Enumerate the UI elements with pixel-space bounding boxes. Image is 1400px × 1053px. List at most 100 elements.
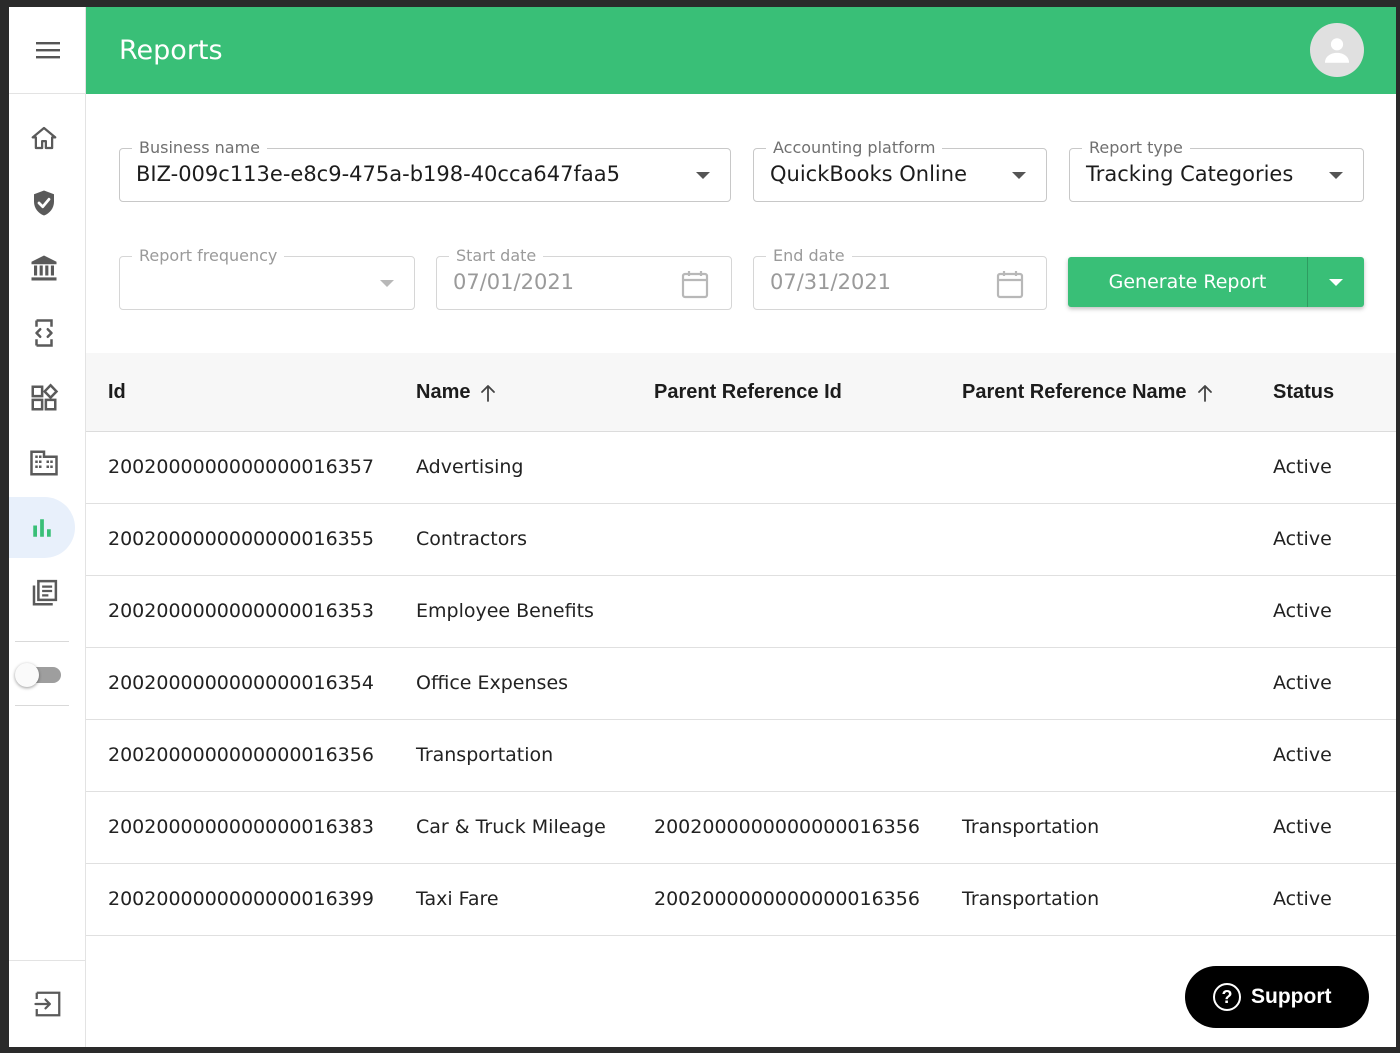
- cell-id: 2002000000000000016357: [108, 456, 374, 478]
- accounting-platform-value: QuickBooks Online: [770, 162, 967, 186]
- cell-id: 2002000000000000016399: [108, 888, 374, 910]
- sort-ascending-icon: [1197, 384, 1212, 402]
- column-header-parent-reference-name[interactable]: Parent Reference Name: [962, 381, 1213, 404]
- column-header-label: Name: [416, 381, 471, 403]
- generate-report-button[interactable]: Generate Report: [1068, 257, 1308, 307]
- cell-status: Active: [1273, 456, 1332, 478]
- table-row[interactable]: 2002000000000000016383 Car & Truck Milea…: [86, 792, 1396, 864]
- home-icon: [31, 126, 56, 149]
- menu-button[interactable]: [9, 7, 86, 94]
- accounting-platform-label: Accounting platform: [766, 138, 943, 157]
- cell-parent-id: 2002000000000000016356: [654, 888, 920, 910]
- bank-icon: [31, 255, 56, 280]
- avatar[interactable]: [1310, 23, 1364, 77]
- report-type-value: Tracking Categories: [1086, 162, 1294, 186]
- building-icon: [29, 450, 58, 475]
- cell-status: Active: [1273, 528, 1332, 550]
- column-header-id[interactable]: Id: [108, 381, 126, 404]
- sidebar-item-developer[interactable]: [13, 302, 74, 363]
- support-label: Support: [1251, 985, 1332, 1008]
- calendar-icon[interactable]: [681, 269, 709, 299]
- hamburger-menu-icon: [35, 42, 60, 59]
- end-date-label: End date: [766, 246, 852, 265]
- end-date-value: 07/31/2021: [770, 270, 892, 294]
- cell-id: 2002000000000000016353: [108, 600, 374, 622]
- cell-id: 2002000000000000016354: [108, 672, 374, 694]
- cell-name: Office Expenses: [416, 672, 569, 694]
- report-type-label: Report type: [1082, 138, 1190, 157]
- column-header-status[interactable]: Status: [1273, 381, 1334, 404]
- cell-parent-name: Transportation: [962, 816, 1100, 838]
- end-date-field[interactable]: End date 07/31/2021: [753, 246, 1047, 310]
- cell-parent-id: 2002000000000000016356: [654, 816, 920, 838]
- chevron-down-icon: [1329, 278, 1343, 286]
- table-header: Id Name Parent Reference Id Parent Refer…: [86, 353, 1396, 432]
- column-header-label: Parent Reference Id: [654, 381, 842, 403]
- widgets-icon: [31, 382, 58, 410]
- library-books-icon: [32, 579, 57, 605]
- accounting-platform-select[interactable]: Accounting platform QuickBooks Online: [753, 138, 1047, 202]
- report-type-select[interactable]: Report type Tracking Categories: [1069, 138, 1364, 202]
- chevron-down-icon: [696, 172, 710, 179]
- column-header-name[interactable]: Name: [416, 381, 496, 404]
- business-name-select[interactable]: Business name BIZ-009c113e-e8c9-475a-b19…: [119, 138, 731, 202]
- sidebar-item-home[interactable]: [13, 107, 74, 168]
- app-window: Reports Business name BIZ-009c113e-e8c9-…: [9, 7, 1396, 1047]
- chevron-down-icon: [380, 280, 394, 287]
- table-row[interactable]: 2002000000000000016357 Advertising Activ…: [86, 432, 1396, 504]
- cell-name: Contractors: [416, 528, 528, 550]
- calendar-icon[interactable]: [996, 269, 1024, 299]
- sidebar-item-widgets[interactable]: [13, 367, 74, 428]
- cell-name: Car & Truck Mileage: [416, 816, 606, 838]
- start-date-field[interactable]: Start date 07/01/2021: [436, 246, 732, 310]
- sidebar: [9, 7, 86, 1047]
- start-date-label: Start date: [449, 246, 544, 265]
- sidebar-item-reports[interactable]: [9, 497, 75, 558]
- cell-status: Active: [1273, 600, 1332, 622]
- business-name-label: Business name: [132, 138, 268, 157]
- sidebar-item-bank[interactable]: [13, 237, 74, 298]
- report-frequency-label: Report frequency: [132, 246, 285, 265]
- top-app-bar: Reports: [86, 7, 1396, 94]
- logout-icon: [33, 991, 60, 1017]
- sidebar-divider: [15, 641, 69, 642]
- cell-name: Transportation: [416, 744, 554, 766]
- cell-parent-name: Transportation: [962, 888, 1100, 910]
- cell-name: Advertising: [416, 456, 524, 478]
- table-row[interactable]: 2002000000000000016356 Transportation Ac…: [86, 720, 1396, 792]
- logout-button[interactable]: [9, 960, 86, 1047]
- table-row[interactable]: 2002000000000000016399 Taxi Fare 2002000…: [86, 864, 1396, 936]
- sort-ascending-icon: [481, 384, 496, 402]
- column-header-parent-reference-id[interactable]: Parent Reference Id: [654, 381, 842, 404]
- shield-check-icon: [33, 190, 54, 215]
- start-date-value: 07/01/2021: [453, 270, 575, 294]
- chevron-down-icon: [1329, 172, 1343, 179]
- support-button[interactable]: ? Support: [1185, 966, 1369, 1028]
- chevron-down-icon: [1012, 172, 1026, 179]
- generate-report-split-button: Generate Report: [1068, 257, 1364, 307]
- page-title: Reports: [119, 35, 223, 66]
- cell-status: Active: [1273, 816, 1332, 838]
- help-icon: ?: [1213, 983, 1241, 1011]
- cell-id: 2002000000000000016383: [108, 816, 374, 838]
- sidebar-item-business[interactable]: [13, 432, 74, 493]
- sidebar-item-library[interactable]: [13, 562, 74, 623]
- theme-toggle[interactable]: [15, 663, 65, 687]
- cell-id: 2002000000000000016355: [108, 528, 374, 550]
- cell-status: Active: [1273, 888, 1332, 910]
- report-frequency-select[interactable]: Report frequency: [119, 246, 415, 310]
- cell-name: Employee Benefits: [416, 600, 594, 622]
- table-row[interactable]: 2002000000000000016354 Office Expenses A…: [86, 648, 1396, 720]
- generate-report-options-button[interactable]: [1308, 257, 1364, 307]
- column-header-label: Id: [108, 381, 126, 403]
- table-row[interactable]: 2002000000000000016355 Contractors Activ…: [86, 504, 1396, 576]
- sidebar-item-security[interactable]: [13, 172, 74, 233]
- cell-name: Taxi Fare: [416, 888, 499, 910]
- column-header-label: Parent Reference Name: [962, 381, 1187, 403]
- business-name-value: BIZ-009c113e-e8c9-475a-b198-40cca647faa5: [136, 162, 620, 186]
- table-row[interactable]: 2002000000000000016353 Employee Benefits…: [86, 576, 1396, 648]
- toggle-thumb: [15, 663, 39, 687]
- bar-chart-icon: [33, 518, 51, 537]
- code-device-icon: [34, 318, 53, 347]
- user-icon: [1324, 38, 1350, 63]
